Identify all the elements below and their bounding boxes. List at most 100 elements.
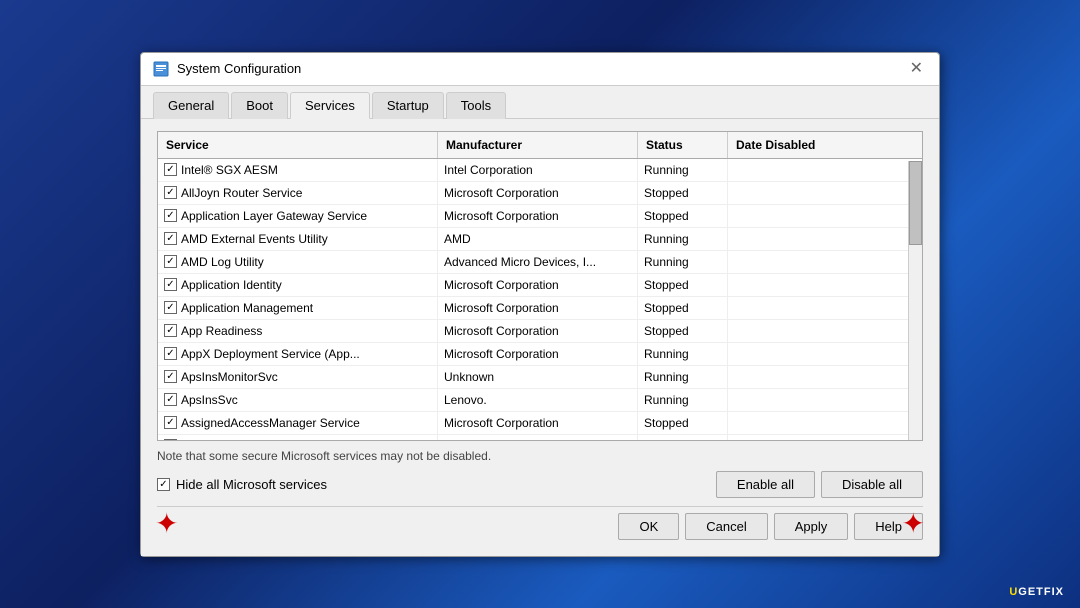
tab-boot[interactable]: Boot xyxy=(231,92,288,119)
service-checkbox[interactable] xyxy=(164,324,177,337)
service-name-col: App Readiness xyxy=(158,320,438,342)
system-configuration-window: System Configuration ✕ General Boot Serv… xyxy=(140,52,940,557)
service-checkbox[interactable] xyxy=(164,370,177,383)
bottom-row: Hide all Microsoft services Enable all D… xyxy=(157,471,923,498)
manufacturer-col: Microsoft Corporation xyxy=(438,274,638,296)
service-name: Application Management xyxy=(181,301,313,315)
ok-button[interactable]: OK xyxy=(618,513,679,540)
service-checkbox[interactable] xyxy=(164,301,177,314)
status-col: Running xyxy=(638,251,728,273)
table-row: Application Management Microsoft Corpora… xyxy=(158,297,922,320)
manufacturer-col: AMD xyxy=(438,228,638,250)
tab-services[interactable]: Services xyxy=(290,92,370,119)
table-body: Intel® SGX AESM Intel Corporation Runnin… xyxy=(158,159,922,440)
manufacturer-col: Microsoft Corporation xyxy=(438,320,638,342)
header-status: Status xyxy=(638,132,728,158)
service-checkbox[interactable] xyxy=(164,393,177,406)
status-col: Running xyxy=(638,389,728,411)
date-disabled-col xyxy=(728,396,922,404)
manufacturer-col: Microsoft Corporation xyxy=(438,412,638,434)
service-name: ApsInsSvc xyxy=(181,393,238,407)
service-name-col: Windows Audio Endpoint Builder xyxy=(158,435,438,440)
table-row: Windows Audio Endpoint Builder Microsoft… xyxy=(158,435,922,440)
header-manufacturer: Manufacturer xyxy=(438,132,638,158)
date-disabled-col xyxy=(728,258,922,266)
disable-all-button[interactable]: Disable all xyxy=(821,471,923,498)
service-checkbox[interactable] xyxy=(164,278,177,291)
status-col: Stopped xyxy=(638,182,728,204)
hide-microsoft-label: Hide all Microsoft services xyxy=(176,477,327,492)
title-bar: System Configuration ✕ xyxy=(141,53,939,86)
service-checkbox[interactable] xyxy=(164,439,177,440)
window-title: System Configuration xyxy=(177,61,906,76)
service-name-col: ApsInsMonitorSvc xyxy=(158,366,438,388)
close-button[interactable]: ✕ xyxy=(906,61,927,77)
hide-microsoft-checkbox[interactable] xyxy=(157,478,170,491)
enable-disable-buttons: Enable all Disable all xyxy=(716,471,923,498)
cancel-button[interactable]: Cancel xyxy=(685,513,767,540)
enable-all-button[interactable]: Enable all xyxy=(716,471,815,498)
table-scrollbar[interactable] xyxy=(908,161,922,441)
date-disabled-col xyxy=(728,166,922,174)
status-col: Stopped xyxy=(638,320,728,342)
star-highlight-left: ✦ xyxy=(155,507,178,540)
apply-button[interactable]: Apply xyxy=(774,513,849,540)
table-row: ApsInsSvc Lenovo. Running xyxy=(158,389,922,412)
service-name-col: Application Identity xyxy=(158,274,438,296)
service-name-col: Intel® SGX AESM xyxy=(158,159,438,181)
service-name-col: AMD Log Utility xyxy=(158,251,438,273)
status-col: Stopped xyxy=(638,297,728,319)
date-disabled-col xyxy=(728,350,922,358)
date-disabled-col xyxy=(728,373,922,381)
header-date-disabled: Date Disabled xyxy=(728,132,922,158)
tab-startup[interactable]: Startup xyxy=(372,92,444,119)
scrollbar-thumb[interactable] xyxy=(909,161,922,245)
service-name-col: AssignedAccessManager Service xyxy=(158,412,438,434)
date-disabled-col xyxy=(728,304,922,312)
status-col: Running xyxy=(638,435,728,440)
services-table: Service Manufacturer Status Date Disable… xyxy=(157,131,923,441)
service-name: Windows Audio Endpoint Builder xyxy=(181,439,354,440)
ugetfix-watermark: UGETFIX xyxy=(1009,586,1064,598)
service-name: ApsInsMonitorSvc xyxy=(181,370,278,384)
manufacturer-col: Unknown xyxy=(438,366,638,388)
status-col: Running xyxy=(638,343,728,365)
tab-tools[interactable]: Tools xyxy=(446,92,506,119)
manufacturer-col: Lenovo. xyxy=(438,389,638,411)
service-checkbox[interactable] xyxy=(164,163,177,176)
window-icon xyxy=(153,61,169,77)
service-checkbox[interactable] xyxy=(164,416,177,429)
service-name: AppX Deployment Service (App... xyxy=(181,347,360,361)
manufacturer-col: Microsoft Corporation xyxy=(438,343,638,365)
status-col: Stopped xyxy=(638,274,728,296)
service-checkbox[interactable] xyxy=(164,255,177,268)
service-checkbox[interactable] xyxy=(164,347,177,360)
service-name-col: Application Management xyxy=(158,297,438,319)
date-disabled-col xyxy=(728,212,922,220)
status-col: Stopped xyxy=(638,205,728,227)
tab-general[interactable]: General xyxy=(153,92,229,119)
service-name-col: AppX Deployment Service (App... xyxy=(158,343,438,365)
manufacturer-col: Advanced Micro Devices, I... xyxy=(438,251,638,273)
tab-bar: General Boot Services Startup Tools xyxy=(141,86,939,119)
date-disabled-col xyxy=(728,327,922,335)
service-name: AMD External Events Utility xyxy=(181,232,328,246)
note-text: Note that some secure Microsoft services… xyxy=(157,449,923,463)
service-checkbox[interactable] xyxy=(164,186,177,199)
service-checkbox[interactable] xyxy=(164,209,177,222)
manufacturer-col: Microsoft Corporation xyxy=(438,205,638,227)
manufacturer-col: Microsoft Corporation xyxy=(438,182,638,204)
ugetfix-u: U xyxy=(1009,586,1018,598)
service-name: AssignedAccessManager Service xyxy=(181,416,360,430)
table-row: AMD External Events Utility AMD Running xyxy=(158,228,922,251)
table-row: AppX Deployment Service (App... Microsof… xyxy=(158,343,922,366)
table-row: Intel® SGX AESM Intel Corporation Runnin… xyxy=(158,159,922,182)
service-name-col: ApsInsSvc xyxy=(158,389,438,411)
date-disabled-col xyxy=(728,189,922,197)
status-col: Running xyxy=(638,159,728,181)
manufacturer-col: Intel Corporation xyxy=(438,159,638,181)
status-col: Stopped xyxy=(638,412,728,434)
header-service: Service xyxy=(158,132,438,158)
service-checkbox[interactable] xyxy=(164,232,177,245)
table-row: ApsInsMonitorSvc Unknown Running xyxy=(158,366,922,389)
